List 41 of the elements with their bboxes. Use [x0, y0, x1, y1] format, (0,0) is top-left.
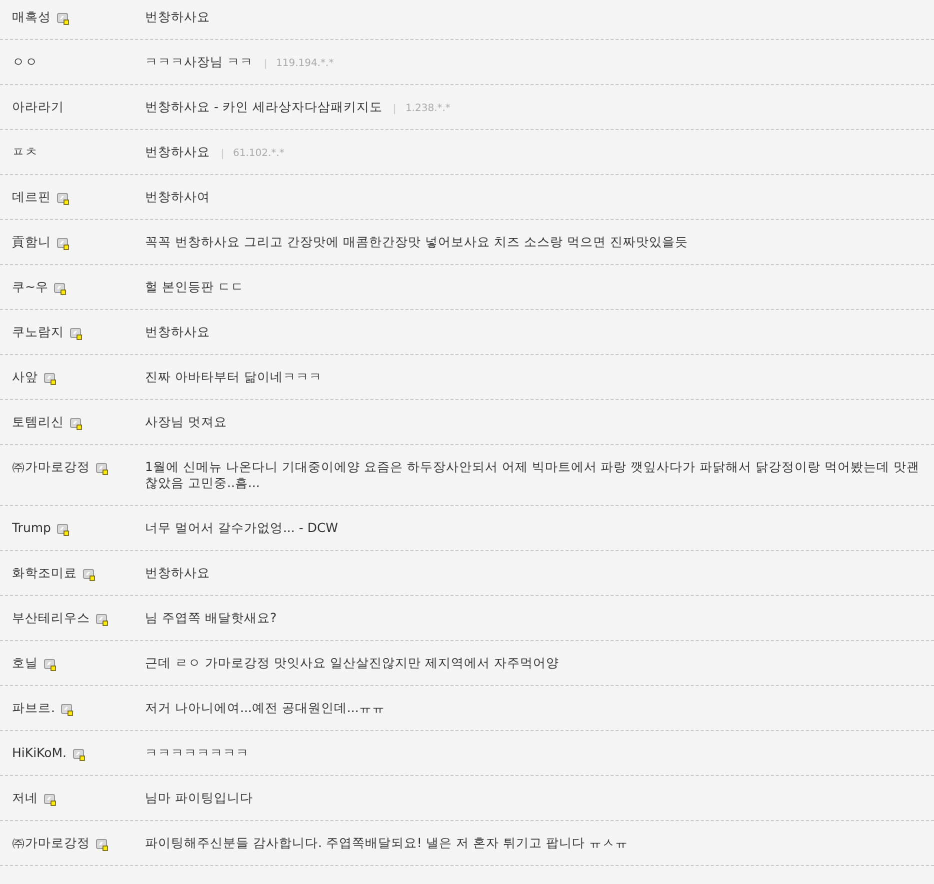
ip-address: 119.194.*.*: [264, 59, 334, 69]
ip-address: 1.238.*.*: [394, 104, 450, 114]
author-name: 파브르.: [12, 700, 55, 716]
author-name: HiKiKoM.: [12, 745, 67, 761]
ip-address: 61.102.*.*: [222, 149, 284, 159]
comment-text: 번창하사요: [145, 9, 210, 24]
author-name: 아라라기: [12, 99, 64, 115]
author-name: 貢함니: [12, 234, 51, 250]
comment-text: ㅋㅋㅋ사장님 ㅋㅋ: [145, 54, 253, 69]
comment-text: 근데 ㄹㅇ 가마로강정 맛잇사요 일산살진않지만 제지역에서 자주먹어양: [145, 655, 559, 670]
author-name: 쿠노람지: [12, 324, 64, 340]
author-name: ㈜가마로강정: [12, 459, 90, 475]
comment-text: 파이팅해주신분들 감사합니다. 주엽쪽배달되요! 낼은 저 혼자 튀기고 팝니다 ㅠㅅㅠ: [145, 835, 628, 850]
comment-text: 님마 파이팅입니다: [145, 790, 253, 805]
comment-text: 번창하사요: [145, 565, 210, 580]
author-name: Trump: [12, 520, 51, 536]
comment-text: 번창하사여: [145, 189, 210, 204]
comment-text: ㅋㅋㅋㅋㅋㅋㅋㅋ: [145, 745, 249, 760]
author-name: 부산테리우스: [12, 610, 90, 626]
comment-text: 꼭꼭 번창하사요 그리고 간장맛에 매콤한간장맛 넣어보사요 치즈 소스랑 먹으면 진짜맛있을듯: [145, 234, 688, 249]
author-name: 토템리신: [12, 414, 64, 430]
comment-text: 번창하사요 - 카인 세라상자다삼패키지도: [145, 99, 382, 114]
comment-text: 헐 본인등판 ㄷㄷ: [145, 279, 244, 294]
comment-text: 번창하사요: [145, 324, 210, 339]
author-name: ㈜가마로강정: [12, 835, 90, 851]
comment-text: 1월에 신메뉴 나온다니 기대중이에양 요즘은 하두장사안되서 어제 빅마트에서 파랑 깻잎사다가 파닭해서 닭강정이랑 먹어봤는데 맛괜찮았음 고민중..흠...: [145, 459, 920, 490]
comment-text: 너무 멀어서 갈수가없엉... - DCW: [145, 520, 338, 535]
author-name: ㅇㅇ: [12, 54, 38, 70]
author-name: ㅍㅊ: [12, 144, 38, 160]
author-name: 호닐: [12, 655, 38, 671]
author-name: 사앞: [12, 369, 38, 385]
author-name: 저네: [12, 790, 38, 806]
comment-text: 님 주엽쪽 배달핫새요?: [145, 610, 277, 625]
author-name: 쿠~우: [12, 279, 48, 295]
comment-text: 저거 나아니에여...예전 공대원인데...ㅠㅠ: [145, 700, 385, 715]
author-name: 매혹성: [12, 9, 51, 25]
comment-text: 진짜 아바타부터 닮이네ㅋㅋㅋ: [145, 369, 322, 384]
comment-text: 번창하사요: [145, 144, 210, 159]
comment-text: 사장님 멋져요: [145, 414, 227, 429]
author-name: 데르핀: [12, 189, 51, 205]
author-name: 화학조미료: [12, 565, 77, 581]
